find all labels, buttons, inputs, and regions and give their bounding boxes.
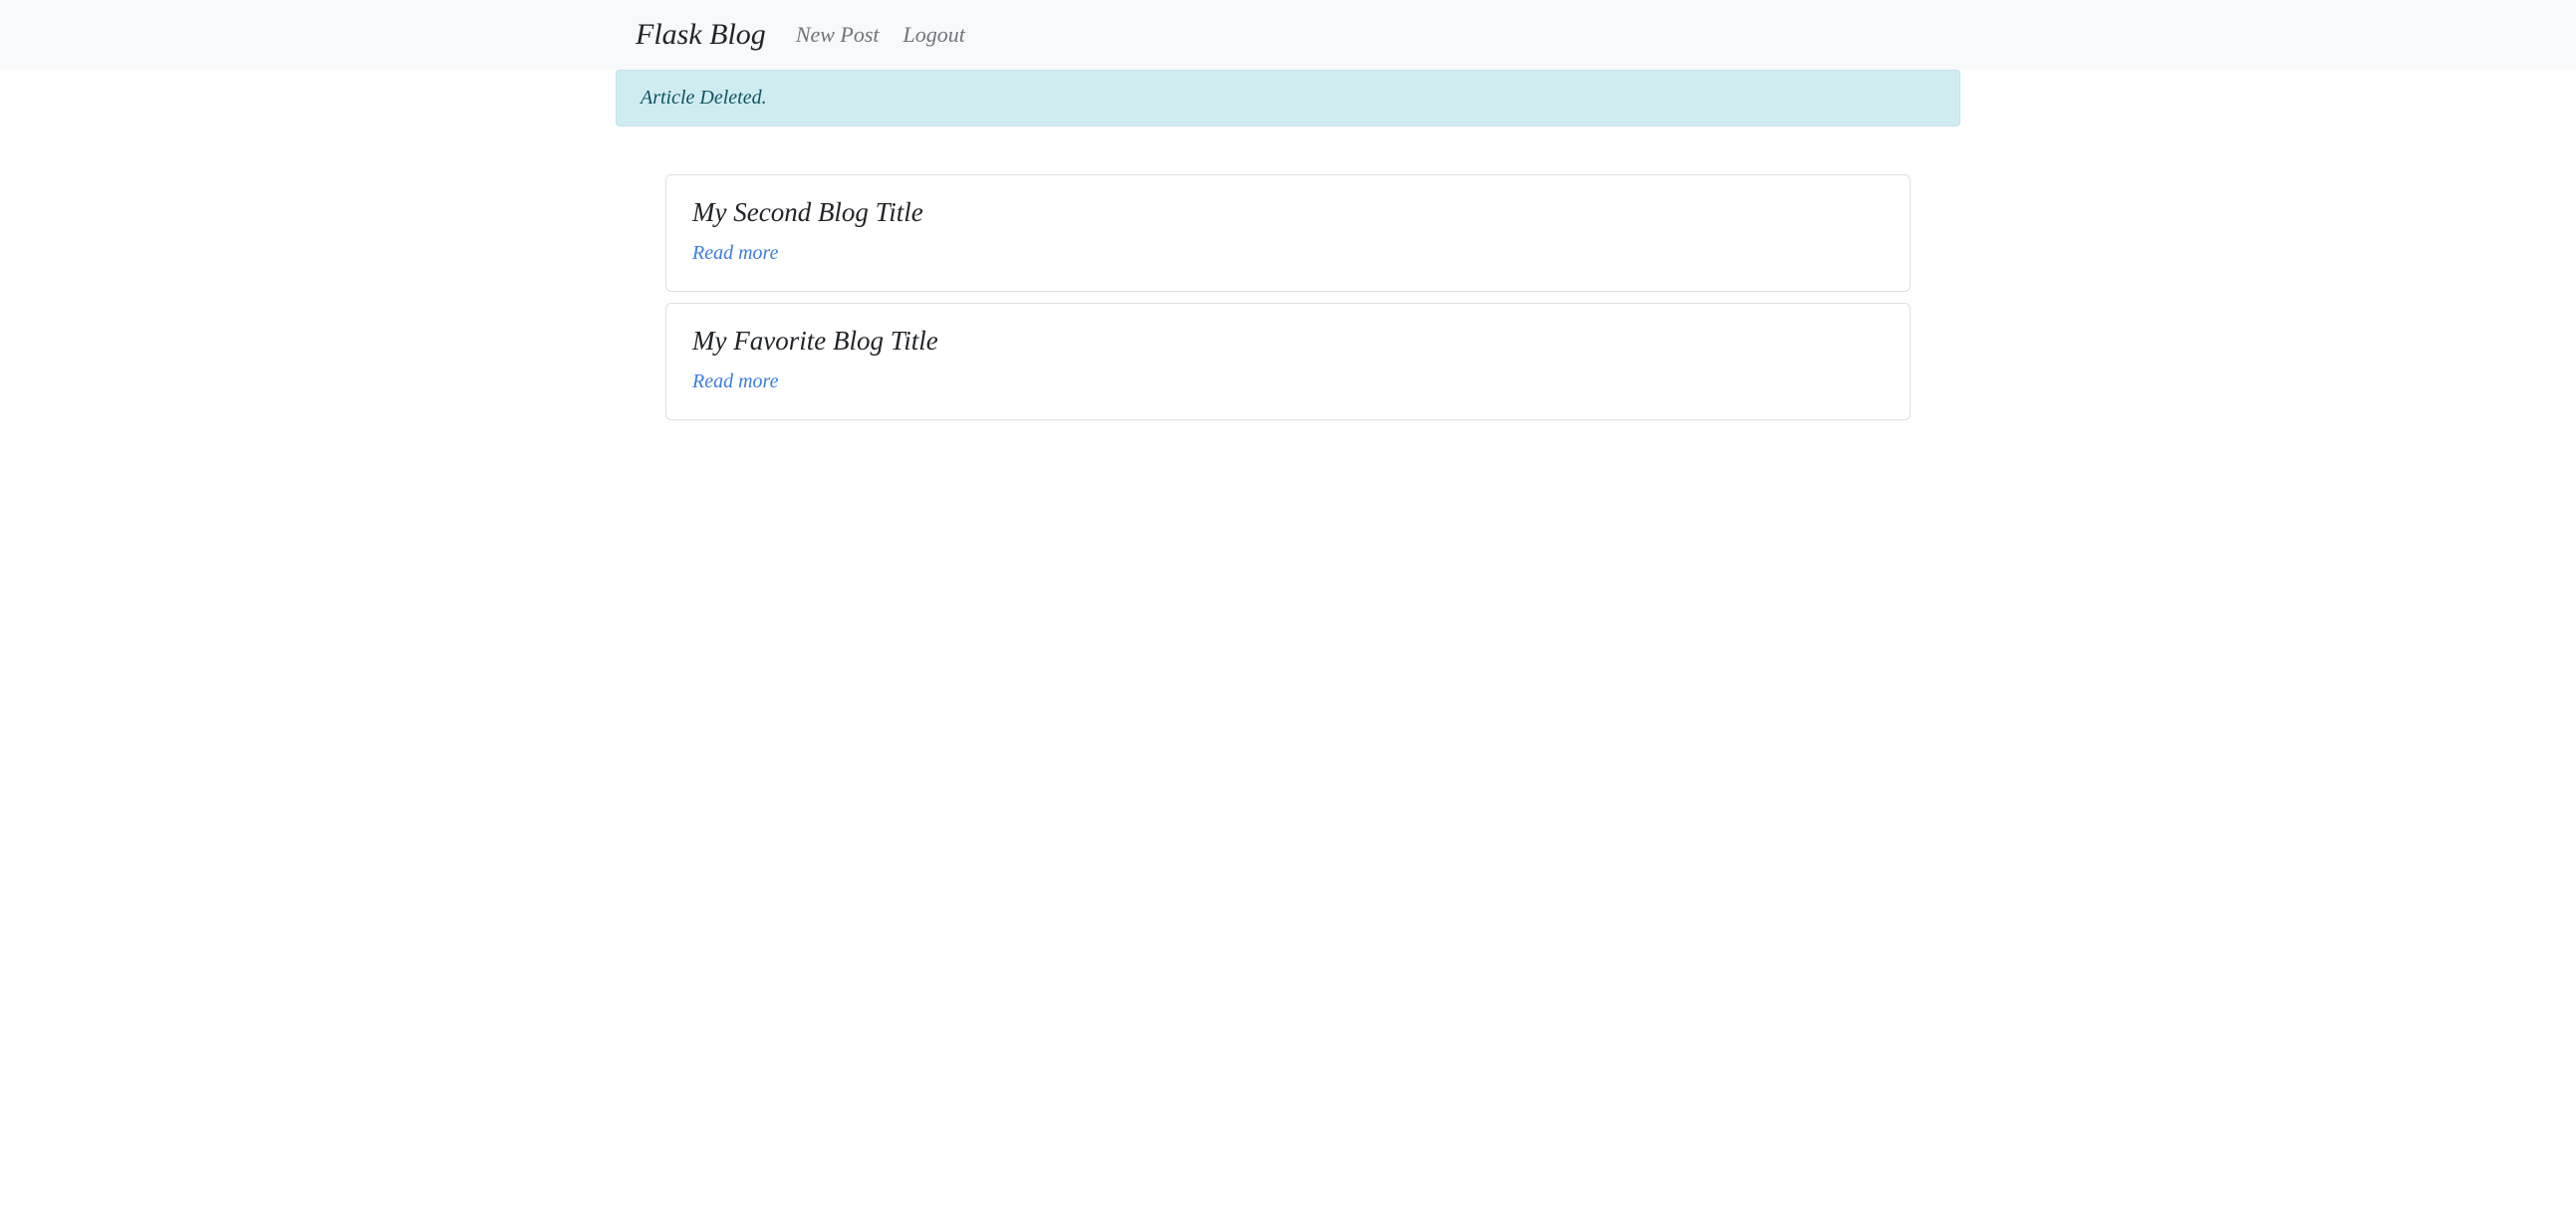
page-wrapper: Article Deleted. My Second Blog Title Re… <box>616 70 1960 451</box>
posts-container: My Second Blog Title Read more My Favori… <box>645 126 1931 451</box>
navbar: Flask Blog New Post Logout <box>0 0 2576 70</box>
nav-link-new-post[interactable]: New Post <box>786 16 890 54</box>
flash-alert: Article Deleted. <box>616 70 1960 126</box>
brand-link[interactable]: Flask Blog <box>636 18 766 52</box>
alert-container: Article Deleted. <box>616 70 1960 126</box>
navbar-inner: Flask Blog New Post Logout <box>616 8 1960 62</box>
alert-message: Article Deleted. <box>641 87 767 109</box>
post-card: My Favorite Blog Title Read more <box>665 303 1911 420</box>
nav-link-logout[interactable]: Logout <box>894 16 975 54</box>
post-title: My Favorite Blog Title <box>692 326 1884 357</box>
read-more-link[interactable]: Read more <box>692 242 778 264</box>
read-more-link[interactable]: Read more <box>692 370 778 392</box>
post-title: My Second Blog Title <box>692 197 1884 228</box>
post-card: My Second Blog Title Read more <box>665 174 1911 292</box>
